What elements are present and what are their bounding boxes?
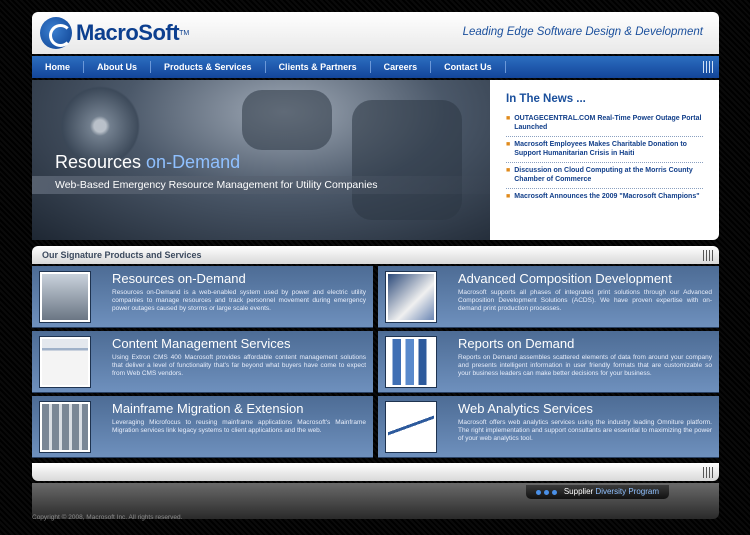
copyright: Copyright © 2008, Macrosoft Inc. All rig…: [32, 514, 183, 521]
product-title: Advanced Composition Development: [458, 271, 672, 286]
product-description: Using Extron CMS 400 Macrosoft provides …: [112, 354, 366, 377]
news-item-text: Macrosoft Announces the 2009 "Macrosoft …: [514, 193, 700, 200]
product-card-content-management[interactable]: Content Management Services Using Extron…: [32, 331, 373, 393]
tagline: Leading Edge Software Design & Developme…: [462, 26, 703, 38]
line-graph-icon: [386, 402, 436, 452]
nav-contact-us[interactable]: Contact Us: [431, 61, 506, 73]
news-item[interactable]: ■ OUTAGECENTRAL.COM Real-Time Power Outa…: [506, 111, 703, 137]
server-racks-icon: [40, 402, 90, 452]
dot-icon: [551, 489, 557, 495]
site-header: MacroSoft TM Leading Edge Software Desig…: [32, 12, 719, 54]
supplier-diversity-link[interactable]: Supplier Diversity Program: [525, 485, 669, 499]
people-icon: [40, 272, 90, 322]
hero-subtitle: Web-Based Emergency Resource Management …: [32, 176, 490, 194]
signature-title: Our Signature Products and Services: [42, 250, 202, 260]
news-title: In The News ...: [506, 93, 586, 105]
product-title: Mainframe Migration & Extension: [112, 401, 304, 416]
nav-about-us[interactable]: About Us: [84, 61, 152, 73]
product-description: Reports on Demand assembles scattered el…: [458, 354, 712, 377]
dot-icon: [543, 489, 549, 495]
product-title: Reports on Demand: [458, 336, 575, 351]
hero-photo-shape: [242, 90, 332, 150]
macrosoft-logo[interactable]: MacroSoft TM: [40, 16, 189, 50]
bullet-arrow-icon: ■: [506, 115, 511, 122]
product-description: Macrosoft supports all phases of integra…: [458, 289, 712, 312]
hero-banner[interactable]: Resources on-Demand Web-Based Emergency …: [32, 80, 490, 240]
product-card-resources-on-demand[interactable]: Resources on-Demand Resources on-Demand …: [32, 266, 373, 328]
hero-title: Resources on-Demand: [55, 152, 241, 172]
logo-text: MacroSoft: [76, 20, 180, 45]
product-card-mainframe-migration[interactable]: Mainframe Migration & Extension Leveragi…: [32, 396, 373, 458]
nav-home[interactable]: Home: [32, 61, 85, 73]
products-footer-bar: [32, 463, 719, 481]
product-card-web-analytics[interactable]: Web Analytics Services Macrosoft offers …: [378, 396, 719, 458]
logo-swirl-icon: [40, 17, 72, 49]
product-title: Web Analytics Services: [458, 401, 593, 416]
product-title: Content Management Services: [112, 336, 291, 351]
news-item-text: Macrosoft Employees Makes Charitable Don…: [514, 141, 687, 157]
documents-icon: [386, 272, 436, 322]
bullet-arrow-icon: ■: [506, 167, 511, 174]
product-description: Macrosoft offers web analytics services …: [458, 419, 712, 442]
news-item-text: OUTAGECENTRAL.COM Real-Time Power Outage…: [514, 115, 702, 131]
main-nav: Home About Us Products & Services Client…: [32, 56, 719, 78]
logo-trademark: TM: [179, 29, 190, 37]
bullet-arrow-icon: ■: [506, 141, 511, 148]
bar-chart-icon: [386, 337, 436, 387]
nav-clients-partners[interactable]: Clients & Partners: [266, 61, 371, 73]
product-description: Resources on-Demand is a web-enabled sys…: [112, 289, 366, 312]
signature-products-header: Our Signature Products and Services: [32, 246, 719, 264]
browser-window-icon: [40, 337, 90, 387]
dot-icon: [535, 489, 541, 495]
product-card-advanced-composition[interactable]: Advanced Composition Development Macroso…: [378, 266, 719, 328]
news-item[interactable]: ■ Macrosoft Employees Makes Charitable D…: [506, 137, 703, 163]
news-item-text: Discussion on Cloud Computing at the Mor…: [514, 167, 693, 183]
grip-icon: [703, 467, 713, 478]
hero-photo-shape: [352, 100, 462, 220]
product-title: Resources on-Demand: [112, 271, 246, 286]
nav-careers[interactable]: Careers: [371, 61, 432, 73]
nav-products-services[interactable]: Products & Services: [151, 61, 266, 73]
nav-grip-icon: [703, 61, 713, 73]
product-description: Leveraging Microfocus to reusing mainfra…: [112, 419, 366, 434]
supplier-label: Supplier Diversity Program: [563, 487, 659, 496]
product-card-reports-on-demand[interactable]: Reports on Demand Reports on Demand asse…: [378, 331, 719, 393]
grip-icon: [703, 250, 713, 261]
news-item[interactable]: ■ Macrosoft Announces the 2009 "Macrosof…: [506, 189, 703, 206]
news-item[interactable]: ■ Discussion on Cloud Computing at the M…: [506, 163, 703, 189]
bullet-arrow-icon: ■: [506, 193, 511, 200]
news-panel: In The News ... ■ OUTAGECENTRAL.COM Real…: [490, 80, 719, 240]
